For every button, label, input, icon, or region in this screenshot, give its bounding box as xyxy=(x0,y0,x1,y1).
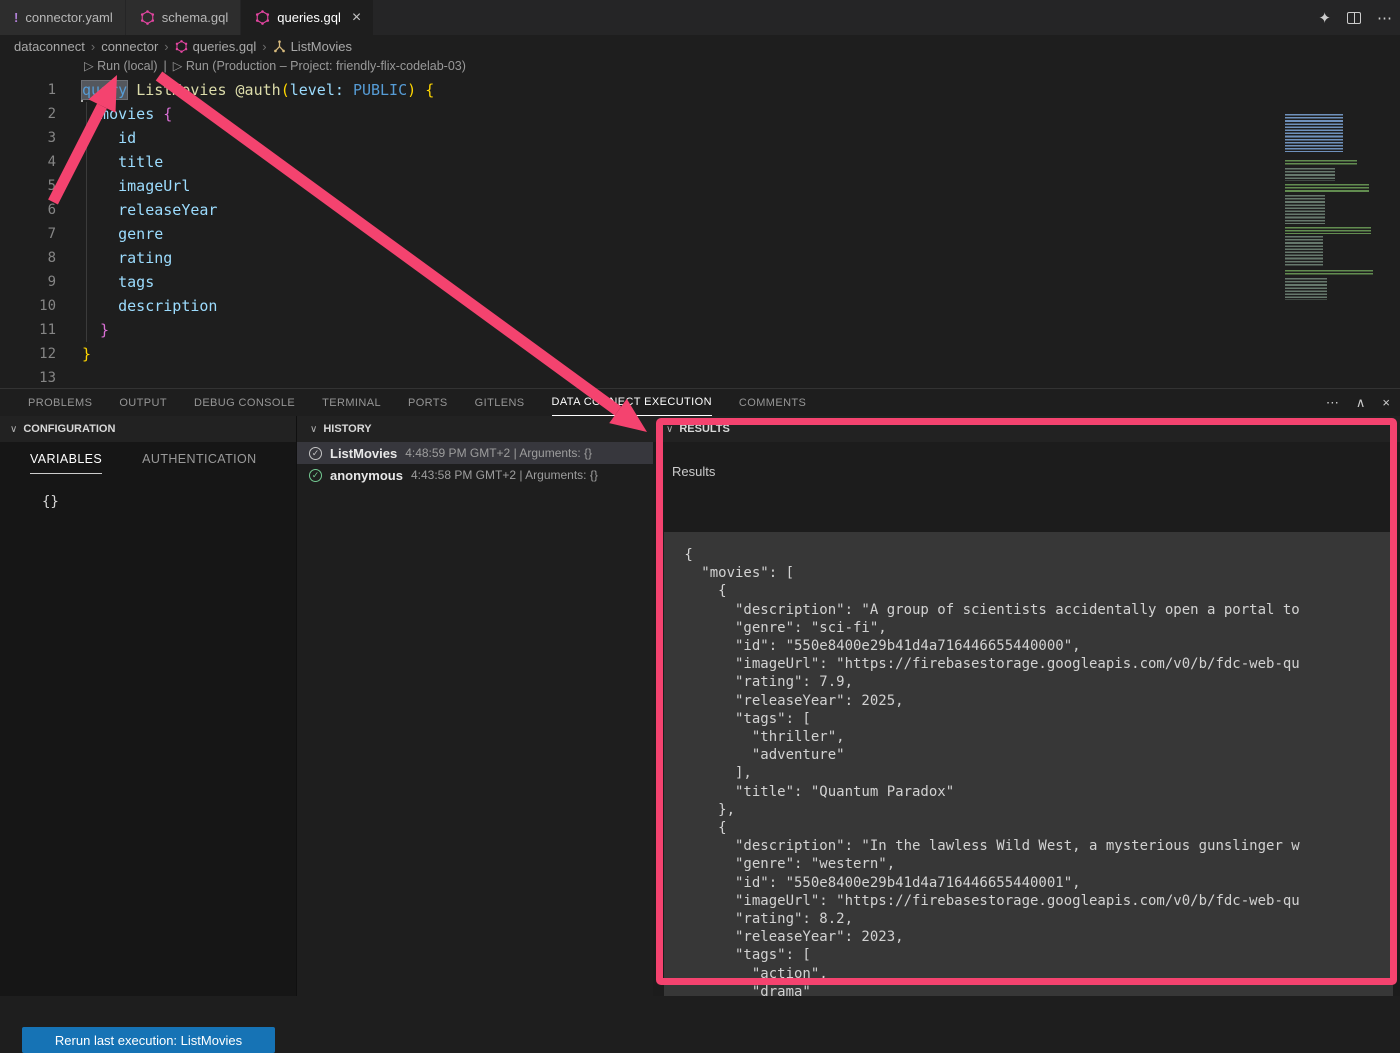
check-circle-icon: ✓ xyxy=(309,447,322,460)
panel-tab-debug-console[interactable]: DEBUG CONSOLE xyxy=(194,389,295,416)
code-line[interactable]: description xyxy=(82,294,217,318)
panel-tab-problems[interactable]: PROBLEMS xyxy=(28,389,92,416)
play-icon: ▷ xyxy=(84,59,94,73)
results-json: { "movies": [ { "description": "A group … xyxy=(664,532,1393,996)
minimap[interactable] xyxy=(1283,114,1397,300)
more-actions-icon[interactable]: ⋯ xyxy=(1326,395,1339,411)
panel-tab-output[interactable]: OUTPUT xyxy=(119,389,167,416)
results-section-header[interactable]: ∨ RESULTS xyxy=(653,416,1400,442)
sparkle-icon[interactable]: ✦ xyxy=(1318,9,1331,27)
tab-label: schema.gql xyxy=(162,10,228,25)
editor-action-bar: ✦ ⋯ xyxy=(1318,0,1392,35)
line-number: 9 xyxy=(0,270,56,294)
panel-action-bar: ⋯ ∧ × xyxy=(1326,389,1390,416)
code-line[interactable]: id xyxy=(82,126,136,150)
panel-tab-ports[interactable]: PORTS xyxy=(408,389,448,416)
line-number: 12 xyxy=(0,342,56,366)
line-number: 13 xyxy=(0,366,56,390)
line-number: 2 xyxy=(0,102,56,126)
code-line[interactable]: imageUrl xyxy=(82,174,190,198)
line-number: 5 xyxy=(0,174,56,198)
breadcrumb: dataconnect › connector › queries.gql › … xyxy=(0,35,1400,57)
graphql-operation-icon xyxy=(273,40,286,53)
code-line[interactable]: releaseYear xyxy=(82,198,217,222)
configuration-section: VARIABLES AUTHENTICATION {} Rerun last e… xyxy=(0,442,296,996)
history-section: ✓ ListMovies 4:48:59 PM GMT+2 | Argument… xyxy=(296,442,653,996)
code-line[interactable]: tags xyxy=(82,270,154,294)
run-local-link[interactable]: ▷ Run (local) xyxy=(84,58,158,73)
panel-tab-terminal[interactable]: TERMINAL xyxy=(322,389,381,416)
line-number: 4 xyxy=(0,150,56,174)
panel-tab-data-connect-execution[interactable]: DATA CONNECT EXECUTION xyxy=(552,389,712,416)
code-editor[interactable]: ▷ Run (local) | ▷ Run (Production – Proj… xyxy=(0,57,1400,388)
check-circle-icon: ✓ xyxy=(309,469,322,482)
close-panel-icon[interactable]: × xyxy=(1382,395,1390,410)
graphql-icon xyxy=(140,10,155,25)
code-line[interactable]: } xyxy=(82,342,91,366)
panel-tab-comments[interactable]: COMMENTS xyxy=(739,389,806,416)
code-line[interactable]: } xyxy=(82,318,109,342)
history-item-listmovies[interactable]: ✓ ListMovies 4:48:59 PM GMT+2 | Argument… xyxy=(297,442,653,464)
results-section: Results { "movies": [ { "description": "… xyxy=(653,442,1400,996)
results-output[interactable]: { "movies": [ { "description": "A group … xyxy=(664,532,1393,996)
code-line[interactable]: rating xyxy=(82,246,172,270)
split-editor-icon[interactable] xyxy=(1347,12,1361,24)
tab-label: connector.yaml xyxy=(25,10,112,25)
chevron-right-icon: › xyxy=(164,39,168,54)
variables-value[interactable]: {} xyxy=(42,494,59,510)
breadcrumb-listmovies[interactable]: ListMovies xyxy=(273,39,352,54)
code-line[interactable]: query ListMovies @auth(level: PUBLIC) { xyxy=(82,78,434,102)
tab-queries-gql[interactable]: queries.gql × xyxy=(241,0,374,35)
line-number: 1 xyxy=(0,78,56,102)
chevron-down-icon: ∨ xyxy=(310,424,317,435)
tab-schema-gql[interactable]: schema.gql xyxy=(126,0,241,35)
play-icon: ▷ xyxy=(173,59,183,73)
code-line[interactable]: title xyxy=(82,150,163,174)
rerun-last-execution-button[interactable]: Rerun last execution: ListMovies xyxy=(22,1027,275,1053)
results-label: Results xyxy=(672,464,715,479)
tab-connector-yaml[interactable]: ! connector.yaml xyxy=(0,0,126,35)
graphql-icon xyxy=(175,40,188,53)
run-production-link[interactable]: ▷ Run (Production – Project: friendly-fl… xyxy=(173,58,466,73)
line-number: 10 xyxy=(0,294,56,318)
codelens: ▷ Run (local) | ▷ Run (Production – Proj… xyxy=(84,58,466,73)
line-number: 3 xyxy=(0,126,56,150)
editor-tab-bar: ! connector.yaml schema.gql queries.gql … xyxy=(0,0,1400,35)
tab-authentication[interactable]: AUTHENTICATION xyxy=(142,452,256,474)
yaml-warning-icon: ! xyxy=(14,10,18,25)
line-number: 11 xyxy=(0,318,56,342)
breadcrumb-connector[interactable]: connector xyxy=(101,39,158,54)
bottom-panel: PROBLEMS OUTPUT DEBUG CONSOLE TERMINAL P… xyxy=(0,388,1400,995)
configuration-tabs: VARIABLES AUTHENTICATION xyxy=(30,452,257,474)
line-number: 6 xyxy=(0,198,56,222)
vscode-window: ! connector.yaml schema.gql queries.gql … xyxy=(0,0,1400,995)
code-line[interactable]: movies { xyxy=(82,102,172,126)
panel-tab-gitlens[interactable]: GITLENS xyxy=(475,389,525,416)
history-item-anonymous[interactable]: ✓ anonymous 4:43:58 PM GMT+2 | Arguments… xyxy=(297,464,653,486)
close-icon[interactable]: × xyxy=(352,9,361,27)
configuration-section-header[interactable]: ∨ CONFIGURATION xyxy=(0,416,296,442)
line-number: 8 xyxy=(0,246,56,270)
codelens-separator: | xyxy=(164,59,167,73)
tab-label: queries.gql xyxy=(277,10,341,25)
tab-variables[interactable]: VARIABLES xyxy=(30,452,102,474)
code-line[interactable]: genre xyxy=(82,222,163,246)
more-actions-icon[interactable]: ⋯ xyxy=(1377,9,1392,27)
history-section-header[interactable]: ∨ HISTORY xyxy=(296,416,653,442)
line-number: 7 xyxy=(0,222,56,246)
chevron-down-icon: ∨ xyxy=(666,424,673,435)
breadcrumb-queries-gql[interactable]: queries.gql xyxy=(175,39,257,54)
chevron-down-icon: ∨ xyxy=(10,424,17,435)
chevron-right-icon: › xyxy=(262,39,266,54)
panel-tab-bar: PROBLEMS OUTPUT DEBUG CONSOLE TERMINAL P… xyxy=(0,389,833,416)
graphql-icon xyxy=(255,10,270,25)
breadcrumb-dataconnect[interactable]: dataconnect xyxy=(14,39,85,54)
maximize-panel-icon[interactable]: ∧ xyxy=(1356,395,1366,411)
chevron-right-icon: › xyxy=(91,39,95,54)
